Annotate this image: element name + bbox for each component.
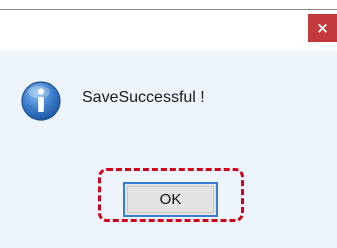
close-button[interactable]: × bbox=[308, 14, 337, 42]
ok-button[interactable]: OK bbox=[123, 182, 218, 217]
close-icon: × bbox=[316, 19, 329, 37]
dialog-window: × SaveSuccessful ! OK bbox=[0, 0, 337, 248]
title-bar-divider bbox=[0, 9, 337, 10]
dialog-message: SaveSuccessful ! bbox=[82, 89, 205, 106]
information-icon bbox=[20, 80, 62, 122]
